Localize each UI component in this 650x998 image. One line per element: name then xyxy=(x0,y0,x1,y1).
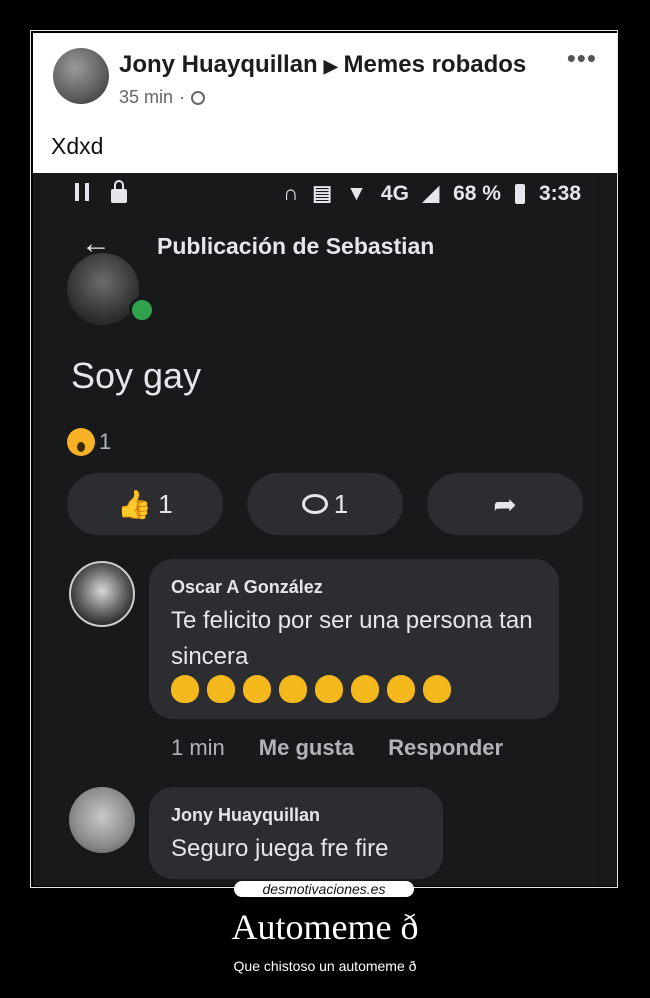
author-avatar[interactable] xyxy=(53,48,109,104)
clapping-emoji-row xyxy=(171,675,451,703)
reaction-count: 1 xyxy=(99,429,112,454)
post-body-text: Soy gay xyxy=(71,355,202,396)
wow-reaction-icon xyxy=(67,428,95,456)
comment-bubble: Jony Huayquillan Seguro juega fre fire xyxy=(149,787,443,879)
sim-icon xyxy=(75,183,89,201)
headphones-icon: ∩ xyxy=(283,181,299,205)
clapping-hands-icon xyxy=(351,675,379,703)
network-type: 4G xyxy=(380,181,409,205)
commenter-avatar[interactable] xyxy=(69,787,135,853)
comment-like-link[interactable]: Me gusta xyxy=(259,735,354,761)
comment-time: 1 min xyxy=(171,735,225,760)
commenter-avatar[interactable] xyxy=(69,561,135,627)
caption-title: Automeme ð xyxy=(231,907,419,947)
clapping-hands-icon xyxy=(423,675,451,703)
caption-subtitle: Que chistoso un automeme ð xyxy=(233,958,417,974)
comment-meta: 1 min Me gusta Responder xyxy=(171,735,503,761)
clapping-hands-icon xyxy=(279,675,307,703)
thumbs-up-icon: 👍 xyxy=(117,488,153,520)
post-text: Xdxd xyxy=(51,133,104,159)
comment-text: Te felicito por ser una persona tan sinc… xyxy=(171,607,533,670)
signal-icon: ◢ xyxy=(422,182,440,205)
facebook-post-header: Jony Huayquillan ▶ Memes robados 35 min · … xyxy=(33,33,617,173)
battery-icon xyxy=(514,183,525,204)
post-meta: 35 min · xyxy=(119,87,206,108)
phone-screenshot: ∩ ▤ ▼ 4G ◢ 68 % 3:38 ← Publicación de Se… xyxy=(55,173,595,886)
share-button[interactable]: ➦ xyxy=(427,473,583,535)
reaction-summary[interactable]: 1 xyxy=(67,428,111,456)
separator-dot: · xyxy=(179,87,186,107)
more-options-icon[interactable]: ••• xyxy=(567,43,597,74)
app-top-bar: ← Publicación de Sebastian xyxy=(55,221,595,271)
battery-percent: 68 % xyxy=(453,181,501,205)
author-name[interactable]: Jony Huayquillan xyxy=(119,51,318,78)
comment-reply-link[interactable]: Responder xyxy=(388,735,503,761)
wifi-icon: ▼ xyxy=(346,181,367,205)
page-title: Publicación de Sebastian xyxy=(157,233,435,259)
clapping-hands-icon xyxy=(243,675,271,703)
post-actions: 👍 1 1 ➦ xyxy=(67,473,583,537)
comment-bubble-icon xyxy=(301,494,328,514)
clapping-hands-icon xyxy=(207,675,235,703)
like-count: 1 xyxy=(158,488,173,519)
post-author-line: Jony Huayquillan ▶ Memes robados xyxy=(119,51,526,79)
poster-avatar[interactable] xyxy=(67,253,139,325)
group-name[interactable]: Memes robados xyxy=(344,51,527,78)
arrow-icon: ▶ xyxy=(323,56,338,76)
like-button[interactable]: 👍 1 xyxy=(67,473,223,535)
globe-icon xyxy=(191,90,206,105)
comment-count: 1 xyxy=(333,488,349,519)
post-time[interactable]: 35 min xyxy=(119,87,173,108)
status-bar: ∩ ▤ ▼ 4G ◢ 68 % 3:38 xyxy=(55,173,595,213)
clapping-hands-icon xyxy=(171,675,199,703)
lock-icon xyxy=(111,180,127,203)
comment-author[interactable]: Oscar A González xyxy=(171,577,323,598)
site-logo[interactable]: desmotivaciones.es xyxy=(234,881,414,897)
clapping-hands-icon xyxy=(387,675,415,703)
poster-content: Jony Huayquillan ▶ Memes robados 35 min · … xyxy=(33,33,617,886)
comment-text: Seguro juega fre fire xyxy=(171,835,389,862)
online-status-icon xyxy=(129,297,155,323)
share-arrow-icon: ➦ xyxy=(493,488,517,520)
comment-button[interactable]: 1 xyxy=(247,473,403,535)
cast-icon: ▤ xyxy=(312,182,333,205)
comment-author[interactable]: Jony Huayquillan xyxy=(171,805,320,826)
clapping-hands-icon xyxy=(315,675,343,703)
clock: 3:38 xyxy=(538,181,581,205)
comment-bubble: Oscar A González Te felicito por ser una… xyxy=(149,559,559,719)
